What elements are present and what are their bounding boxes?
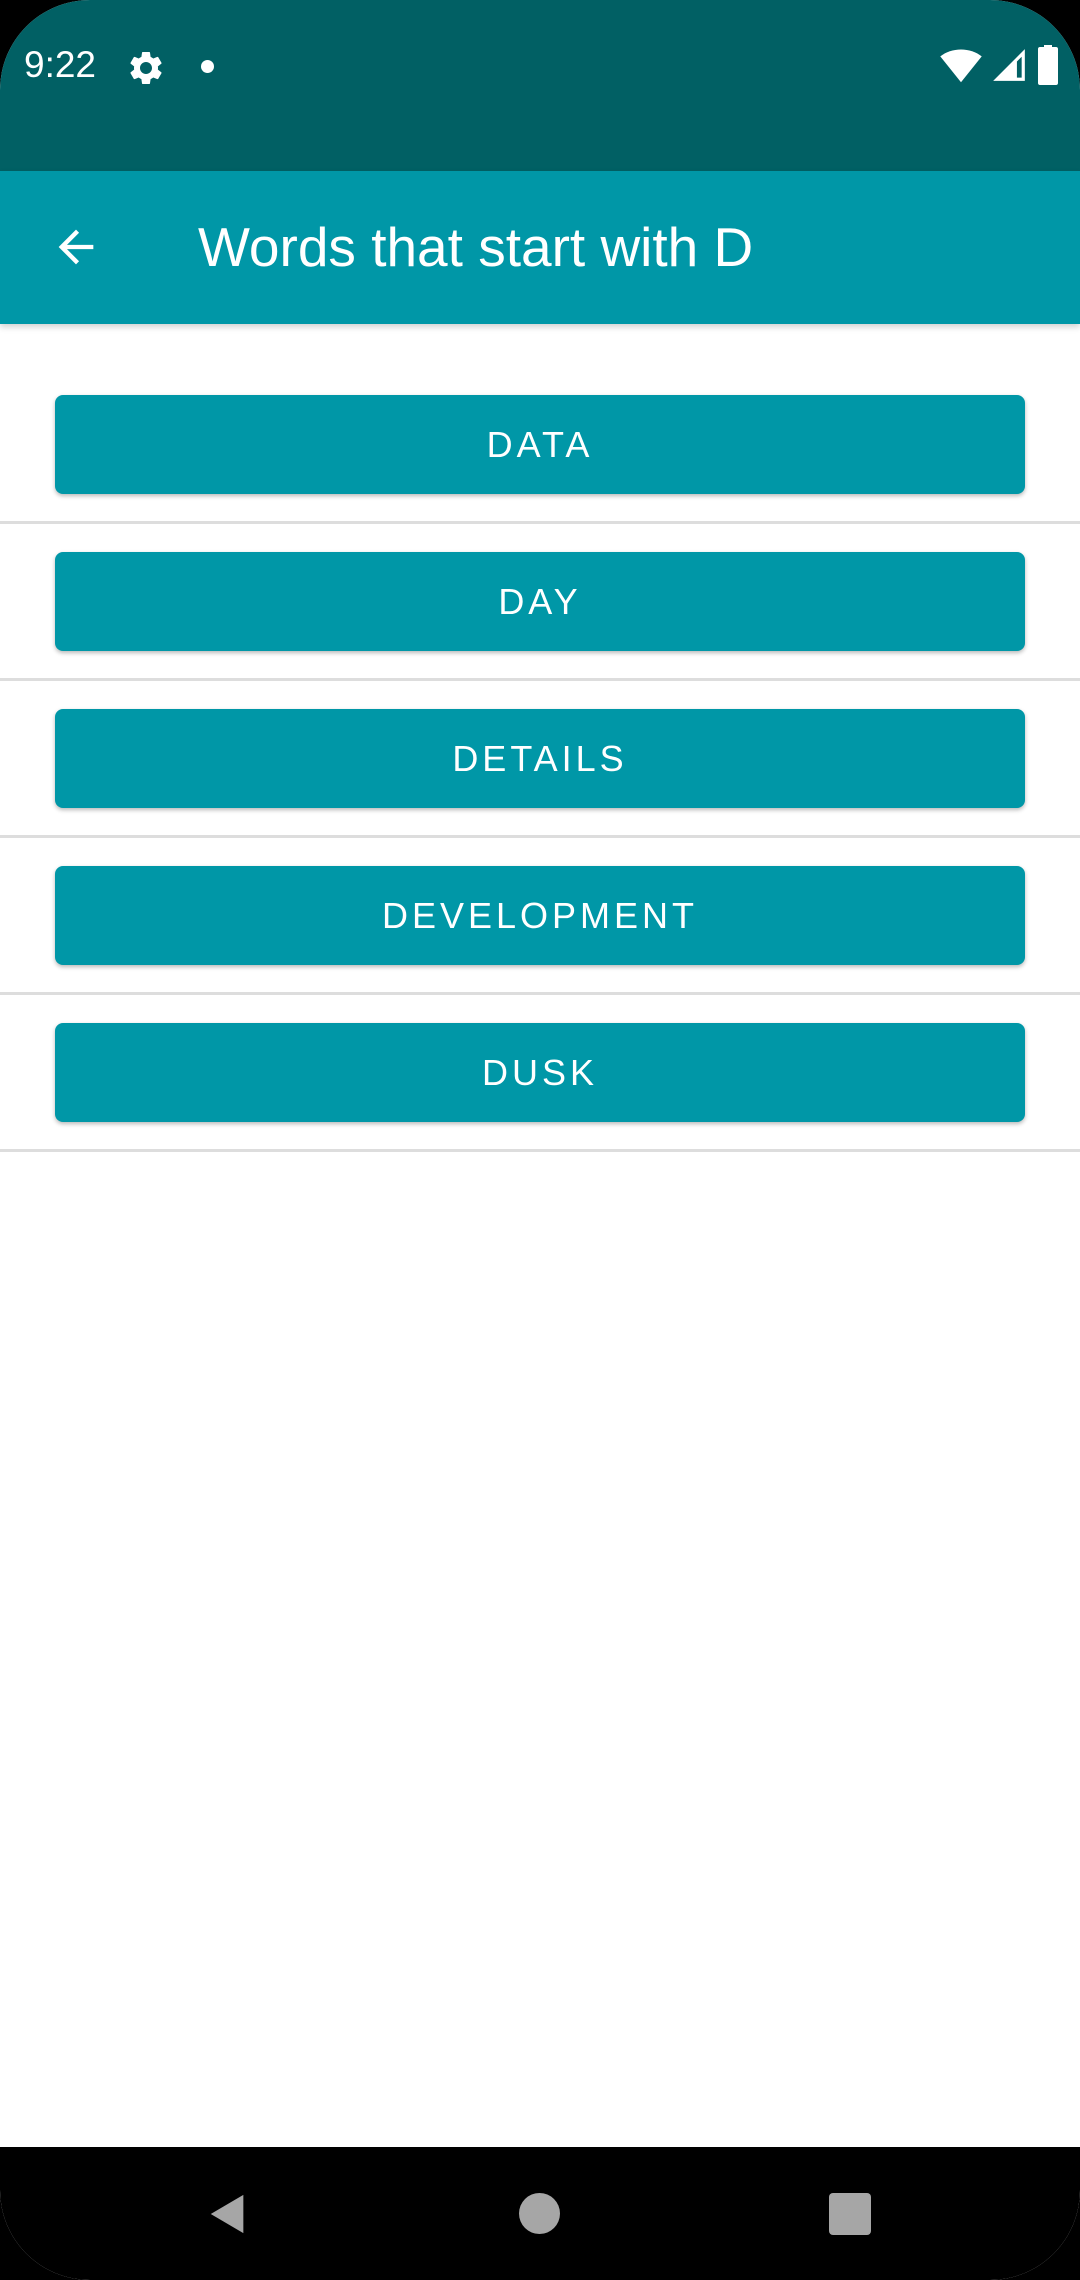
status-bar: 9:22 bbox=[0, 0, 1080, 171]
list-item: DATA bbox=[0, 367, 1080, 524]
word-button-dusk[interactable]: DUSK bbox=[55, 1023, 1025, 1122]
list-item: DAY bbox=[0, 524, 1080, 681]
battery-icon bbox=[1036, 44, 1060, 90]
page-title: Words that start with D bbox=[198, 216, 754, 278]
list-item: DETAILS bbox=[0, 681, 1080, 838]
status-time: 9:22 bbox=[24, 44, 97, 85]
notification-dot-icon bbox=[201, 60, 214, 73]
word-button-day[interactable]: DAY bbox=[55, 552, 1025, 651]
system-icons bbox=[940, 44, 1060, 90]
back-button[interactable] bbox=[30, 201, 122, 293]
app-screen: 9:22 Words that start with D DATA DAY DE… bbox=[0, 0, 1080, 2280]
arrow-back-icon bbox=[58, 229, 94, 265]
wifi-icon bbox=[940, 46, 982, 89]
nav-recents-icon[interactable] bbox=[829, 2193, 871, 2235]
navigation-bar bbox=[0, 2147, 1080, 2280]
word-list: DATA DAY DETAILS DEVELOPMENT DUSK bbox=[0, 367, 1080, 1152]
nav-home-icon[interactable] bbox=[519, 2193, 560, 2234]
word-button-development[interactable]: DEVELOPMENT bbox=[55, 866, 1025, 965]
word-button-details[interactable]: DETAILS bbox=[55, 709, 1025, 808]
list-item: DEVELOPMENT bbox=[0, 838, 1080, 995]
list-item: DUSK bbox=[0, 995, 1080, 1152]
gear-icon bbox=[126, 48, 166, 88]
signal-icon bbox=[990, 46, 1028, 89]
word-button-data[interactable]: DATA bbox=[55, 395, 1025, 494]
nav-back-icon[interactable] bbox=[205, 2191, 251, 2237]
app-bar: Words that start with D bbox=[0, 171, 1080, 324]
